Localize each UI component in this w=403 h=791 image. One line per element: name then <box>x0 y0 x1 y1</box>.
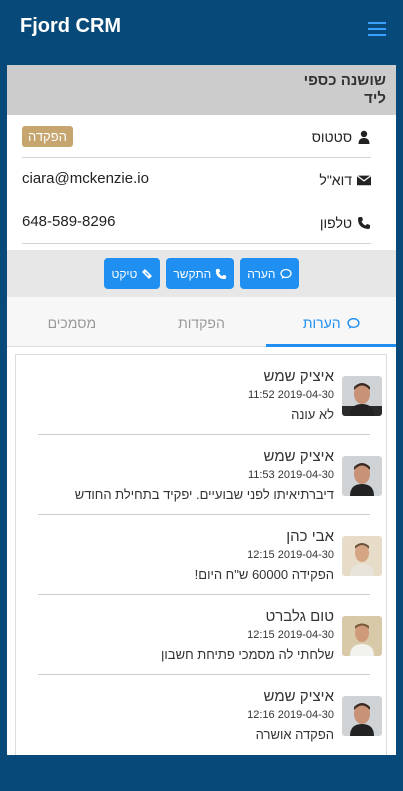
note-date: 2019-04-30 12:15 <box>247 549 334 561</box>
top-navbar: Fjord CRM <box>0 0 403 58</box>
status-label: סטטוס <box>312 129 371 145</box>
note-body: אבי כהן 2019-04-30 12:15 הפקידה 60000 ש"… <box>195 528 334 583</box>
note-author: אבי כהן <box>286 528 334 545</box>
add-note-button[interactable]: הערה <box>240 258 299 289</box>
comment-icon <box>346 317 360 329</box>
tab-deposits[interactable]: הפקדות <box>137 297 267 346</box>
note-text: לא עונה <box>291 407 334 422</box>
contact-type: ליד <box>364 90 386 107</box>
note-text: שלחתי לה מסמכי פתיחת חשבון <box>161 647 334 662</box>
note-date: 2019-04-30 12:15 <box>247 629 334 641</box>
notes-list: איציק שמש 2019-04-30 11:52 לא עונה איציק… <box>15 354 387 755</box>
note-body: איציק שמש 2019-04-30 11:52 לא עונה <box>248 368 334 423</box>
avatar <box>342 456 382 496</box>
note-item: איציק שמש 2019-04-30 11:52 לא עונה <box>38 355 382 435</box>
envelope-icon <box>357 175 371 186</box>
note-date: 2019-04-30 11:52 <box>247 389 334 401</box>
app-title[interactable]: Fjord CRM <box>20 15 121 38</box>
phone-icon <box>216 268 227 279</box>
phone-label: טלפון <box>320 215 371 231</box>
tab-notes[interactable]: הערות <box>266 297 396 347</box>
ticket-icon <box>142 268 153 279</box>
note-body: איציק שמש 2019-04-30 11:53 דיברתיאיתו לפ… <box>75 448 334 503</box>
note-text: הפקידה 60000 ש"ח היום! <box>194 567 334 582</box>
phone-row: טלפון 648-589-8296 <box>22 201 371 244</box>
contact-card: שושנה כספי ליד סטטוס הפקדה דוא"ל ciara@m… <box>7 65 396 755</box>
phone-value[interactable]: 648-589-8296 <box>22 213 115 230</box>
note-body: איציק שמש 2019-04-30 12:16 הפקדה אושרה <box>247 688 334 743</box>
action-bar: הערה התקשר טיקט <box>7 250 396 297</box>
note-item: טום גלברט 2019-04-30 12:15 שלחתי לה מסמכ… <box>38 595 382 675</box>
tab-bar: הערות הפקדות מסמכים <box>7 297 396 347</box>
user-icon <box>358 130 370 144</box>
avatar <box>342 696 382 736</box>
avatar <box>342 616 382 656</box>
note-item: איציק שמש 2019-04-30 11:53 דיברתיאיתו לפ… <box>38 435 382 515</box>
avatar <box>342 376 382 416</box>
tab-documents[interactable]: מסמכים <box>7 297 137 346</box>
status-badge: הפקדה <box>22 126 73 147</box>
note-item: איציק שמש 2019-04-30 12:16 הפקדה אושרה <box>38 675 382 755</box>
status-row: סטטוס הפקדה <box>22 115 371 158</box>
avatar <box>342 536 382 576</box>
call-button[interactable]: התקשר <box>166 258 235 289</box>
note-text: הפקדה אושרה <box>255 727 334 742</box>
note-text: דיברתיאיתו לפני שבועיים. יפקיד בתחילת הח… <box>74 487 334 502</box>
note-date: 2019-04-30 12:16 <box>247 709 334 721</box>
note-body: טום גלברט 2019-04-30 12:15 שלחתי לה מסמכ… <box>161 608 334 663</box>
email-value[interactable]: ciara@mckenzie.io <box>22 170 149 187</box>
email-row: דוא"ל ciara@mckenzie.io <box>22 158 371 201</box>
note-author: איציק שמש <box>263 448 334 465</box>
email-label: דוא"ל <box>319 172 371 188</box>
note-author: איציק שמש <box>263 368 334 385</box>
note-author: איציק שמש <box>263 688 334 705</box>
contact-name: שושנה כספי <box>303 72 386 89</box>
contact-header: שושנה כספי ליד <box>7 65 396 115</box>
ticket-button[interactable]: טיקט <box>104 258 161 289</box>
hamburger-menu-icon[interactable] <box>368 22 386 36</box>
note-author: טום גלברט <box>265 608 335 625</box>
comment-icon <box>279 268 292 279</box>
note-item: אבי כהן 2019-04-30 12:15 הפקידה 60000 ש"… <box>38 515 382 595</box>
note-date: 2019-04-30 11:53 <box>247 469 334 481</box>
phone-icon <box>358 217 370 229</box>
